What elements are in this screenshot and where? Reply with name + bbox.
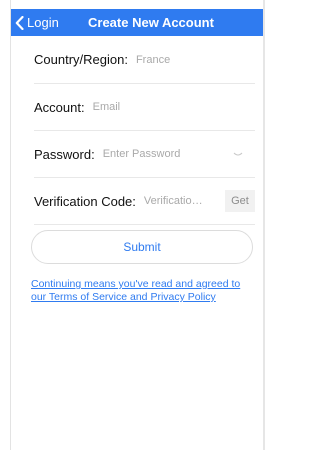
- country-region-label: Country/Region: [34, 52, 125, 67]
- left-panel-edge: [0, 0, 11, 450]
- password-colon: :: [91, 146, 95, 162]
- signup-form: Country/Region : France Account : Email …: [34, 36, 255, 225]
- country-region-colon: :: [124, 52, 128, 67]
- verification-code-input[interactable]: Verification C...: [144, 195, 208, 207]
- account-row: Account : Email: [34, 84, 255, 131]
- submit-button[interactable]: Submit: [31, 230, 253, 264]
- account-label: Account: [34, 99, 81, 115]
- country-region-row[interactable]: Country/Region : France: [34, 36, 255, 84]
- verification-code-colon: :: [132, 193, 136, 209]
- chevron-left-icon: [15, 15, 24, 30]
- back-button[interactable]: Login: [11, 9, 75, 36]
- terms-line-1: Continuing means you've read and agreed …: [31, 278, 241, 290]
- country-region-value[interactable]: France: [136, 54, 170, 66]
- get-code-button[interactable]: Get: [225, 190, 255, 212]
- password-label: Password: [34, 146, 92, 162]
- back-label: Login: [27, 15, 59, 30]
- verification-code-row: Verification Code : Verification C... Ge…: [34, 178, 255, 225]
- verification-code-label: Verification Code: [34, 193, 133, 209]
- password-row: Password : Enter Password: [34, 131, 255, 178]
- terms-link[interactable]: Continuing means you've read and agreed …: [31, 278, 259, 304]
- right-scrollbar-track: [263, 0, 265, 450]
- terms-line-2: our Terms of Service and Privacy Policy: [31, 291, 216, 303]
- eye-closed-icon[interactable]: [233, 151, 243, 159]
- password-input[interactable]: Enter Password: [103, 148, 181, 160]
- account-colon: :: [80, 99, 85, 115]
- account-input[interactable]: Email: [93, 101, 121, 113]
- nav-header: Login Create New Account: [11, 9, 263, 36]
- page-title: Create New Account: [88, 15, 214, 30]
